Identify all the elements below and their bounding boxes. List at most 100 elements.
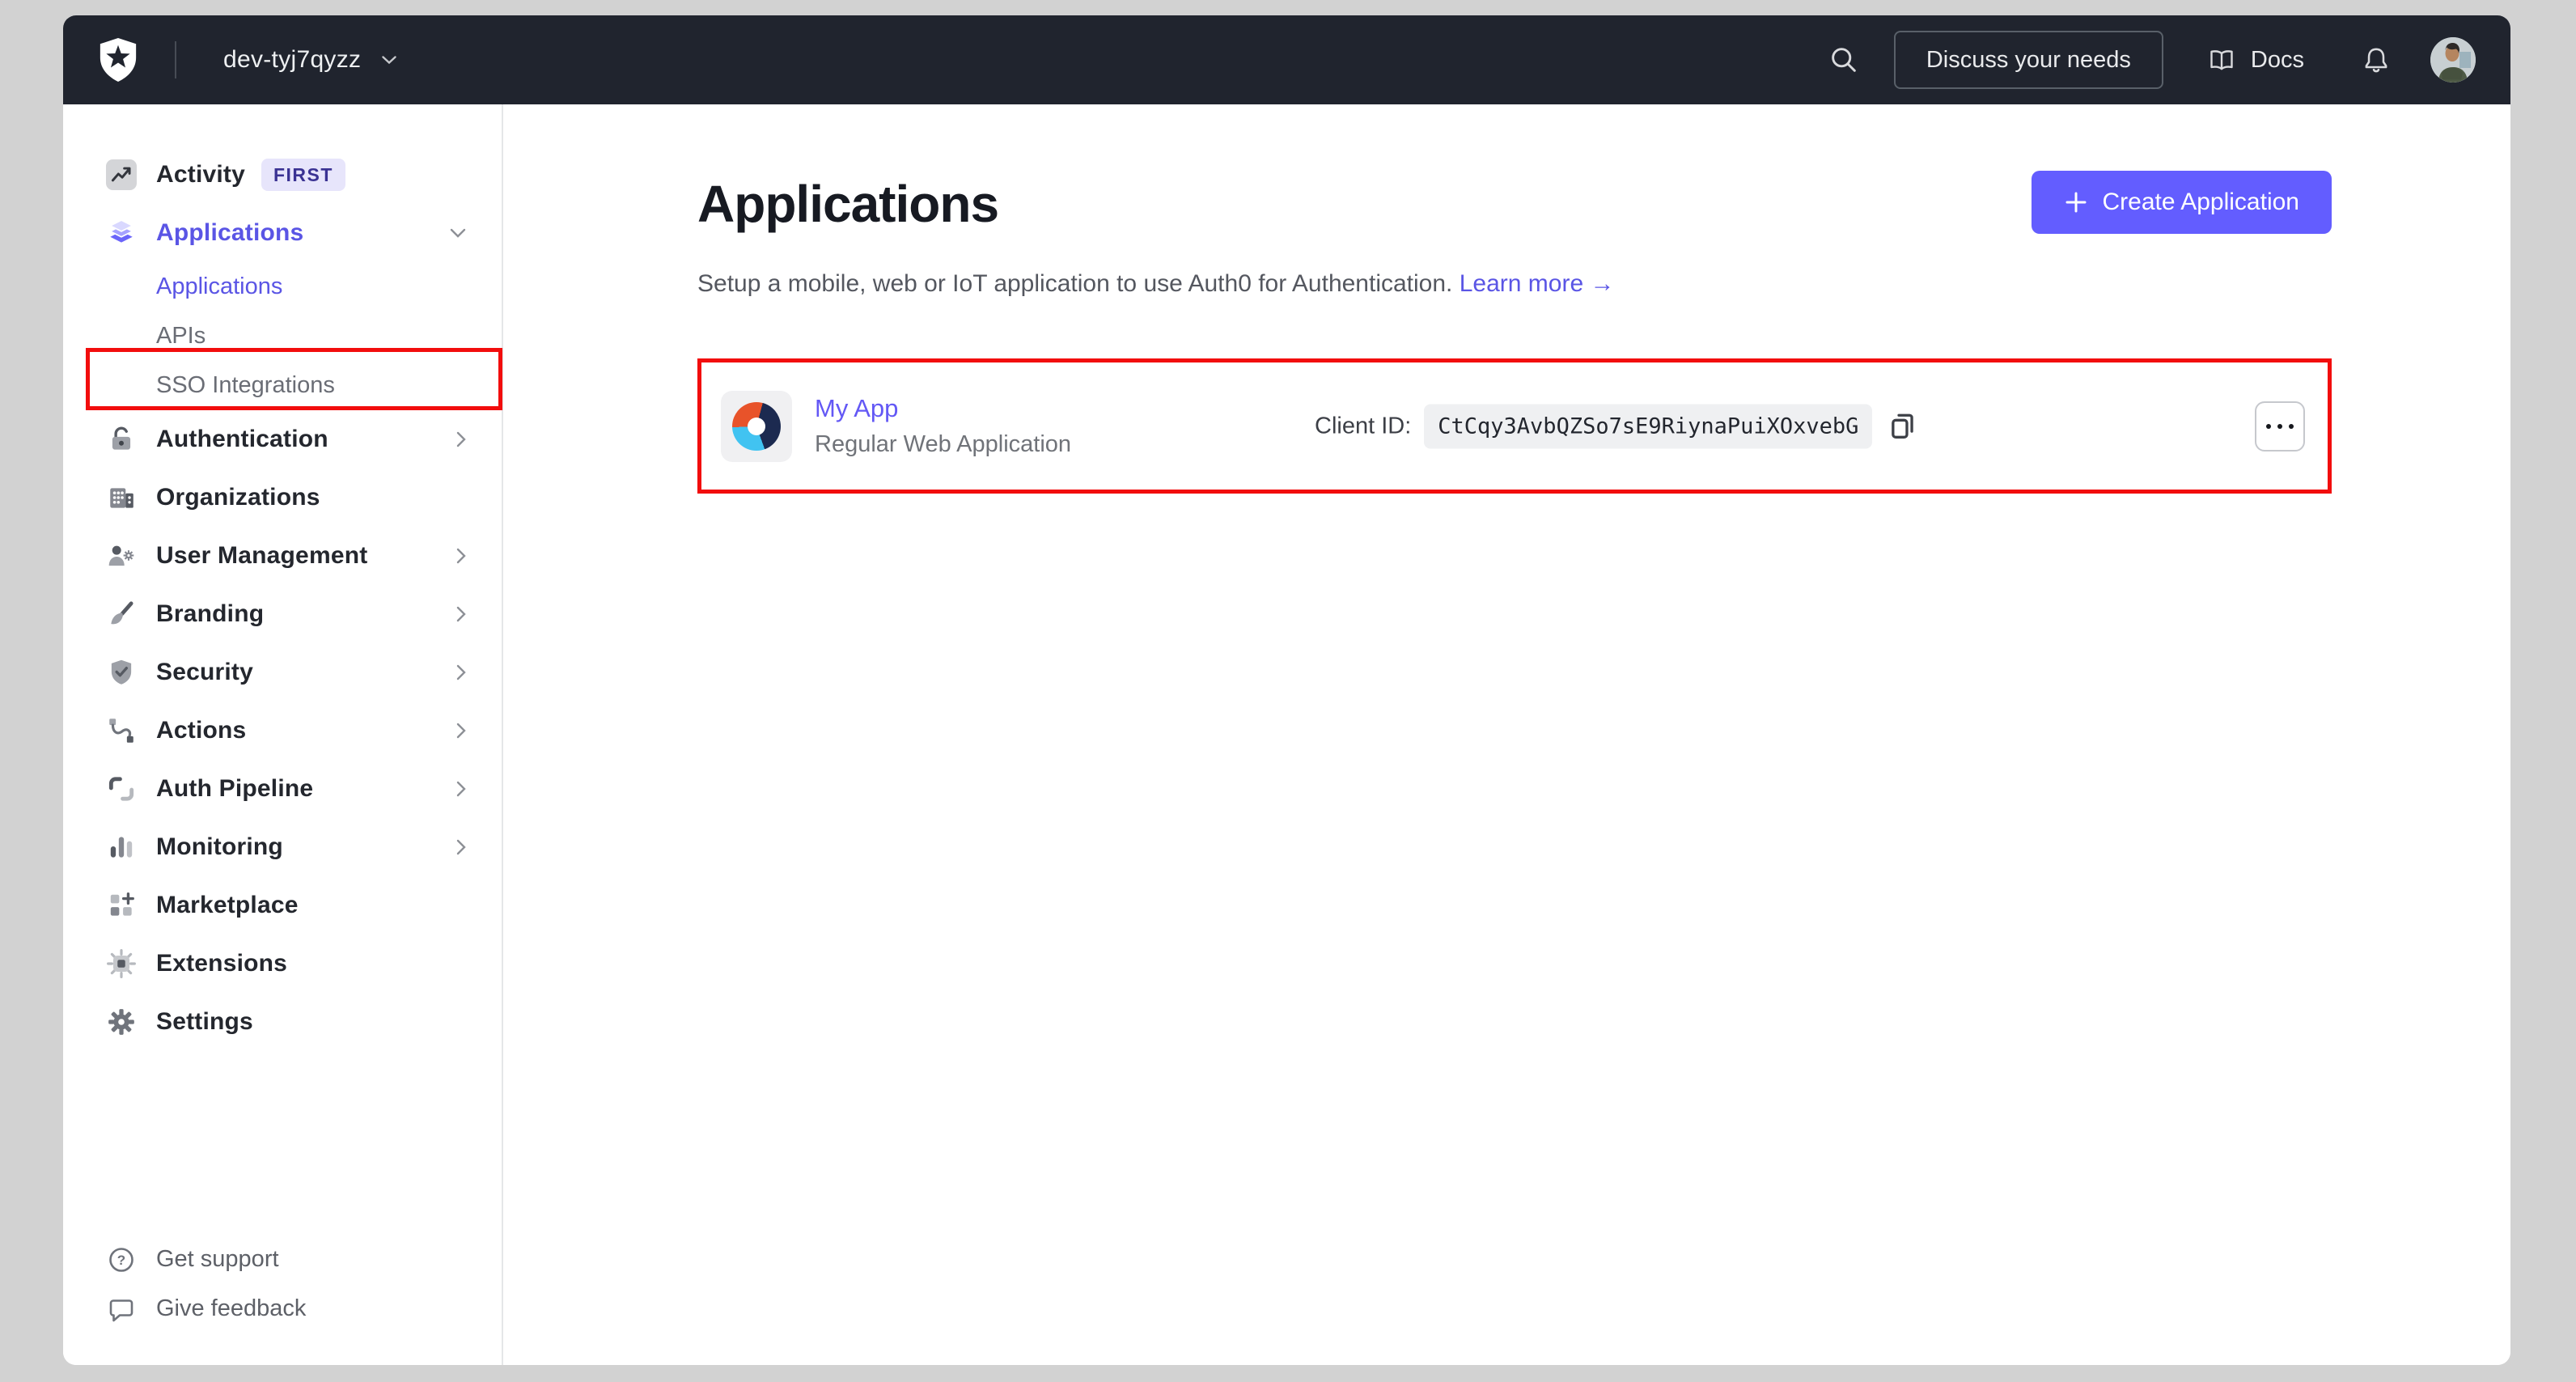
copy-client-id-button[interactable]: [1887, 409, 1919, 443]
speech-bubble-icon: [106, 1294, 137, 1325]
sidebar-item-label: Marketplace: [156, 892, 299, 918]
create-application-button[interactable]: Create Application: [2031, 171, 2332, 234]
chip-icon: [106, 948, 137, 979]
grid-plus-icon: [106, 890, 137, 921]
sidebar-item-label: Settings: [156, 1008, 253, 1035]
tenant-name: dev-tyj7qyzz: [223, 46, 362, 73]
sidebar-item-label: Extensions: [156, 950, 288, 977]
page-body: Activity FIRST Applications Applications: [63, 104, 2510, 1365]
sidebar-item-settings[interactable]: Settings: [63, 993, 502, 1051]
user-avatar-photo: [2430, 37, 2476, 83]
docs-book-icon: [2210, 50, 2233, 70]
building-icon: [106, 482, 137, 513]
search-icon: [1832, 48, 1856, 72]
chevron-right-icon: [456, 548, 466, 564]
flow-icon: [106, 715, 137, 746]
auth0-logo-icon: [97, 36, 139, 83]
paintbrush-icon: [106, 599, 137, 630]
topbar-divider: [175, 41, 176, 78]
chevron-down-icon: [382, 55, 397, 64]
sidebar-navigation: Activity FIRST Applications Applications: [63, 104, 503, 1365]
sidebar-subitem-apis[interactable]: APIs: [63, 312, 502, 361]
tenant-switcher[interactable]: dev-tyj7qyzz: [223, 46, 397, 74]
sidebar-item-label: Actions: [156, 717, 247, 744]
create-application-label: Create Application: [2102, 189, 2300, 215]
notifications-button[interactable]: [2361, 45, 2392, 75]
top-navigation-bar: dev-tyj7qyzz Discuss your needs Docs: [63, 15, 2510, 104]
chevron-right-icon: [456, 606, 466, 622]
auth0-dashboard-window: dev-tyj7qyzz Discuss your needs Docs Act…: [63, 15, 2510, 1365]
docs-link[interactable]: Docs: [2207, 45, 2304, 74]
user-avatar[interactable]: [2430, 37, 2476, 83]
sidebar-item-label: Organizations: [156, 484, 320, 511]
app-logo-donut-icon: [732, 401, 781, 451]
sidebar-subitem-sso-integrations[interactable]: SSO Integrations: [63, 361, 502, 410]
sidebar-item-branding[interactable]: Branding: [63, 585, 502, 643]
help-circle-icon: ?: [106, 1244, 137, 1275]
app-type-label: Regular Web Application: [815, 431, 1072, 457]
first-badge: FIRST: [261, 159, 345, 191]
pipeline-icon: [106, 774, 137, 804]
docs-label: Docs: [2250, 46, 2304, 73]
get-support-link[interactable]: ? Get support: [63, 1235, 502, 1284]
bar-chart-icon: [106, 832, 137, 863]
sidebar-item-label: Auth Pipeline: [156, 775, 314, 802]
sidebar-item-auth-pipeline[interactable]: Auth Pipeline: [63, 760, 502, 818]
shield-check-icon: [106, 657, 137, 688]
chevron-right-icon: [456, 431, 466, 447]
sidebar-item-monitoring[interactable]: Monitoring: [63, 818, 502, 876]
sidebar-item-user-management[interactable]: User Management: [63, 527, 502, 585]
lock-icon: [106, 424, 137, 455]
sidebar-item-label: Applications: [156, 219, 304, 246]
user-gear-icon: [106, 541, 137, 571]
chevron-right-icon: [456, 664, 466, 680]
svg-text:?: ?: [117, 1253, 125, 1268]
sidebar-item-extensions[interactable]: Extensions: [63, 935, 502, 993]
app-name-link[interactable]: My App: [815, 394, 1071, 423]
sidebar-item-authentication[interactable]: Authentication: [63, 410, 502, 468]
client-id-value[interactable]: CtCqy3AvbQZSo7sE9RiynaPuiXOxvebG: [1424, 404, 1873, 448]
copy-icon: [1892, 413, 1914, 439]
sidebar-item-applications[interactable]: Applications: [63, 204, 502, 262]
learn-more-label: Learn more: [1459, 270, 1584, 297]
chevron-right-icon: [456, 723, 466, 739]
sidebar-item-organizations[interactable]: Organizations: [63, 468, 502, 527]
page-subtitle: Setup a mobile, web or IoT application t…: [697, 269, 2332, 299]
sidebar-item-label: User Management: [156, 542, 368, 569]
discuss-your-needs-button[interactable]: Discuss your needs: [1893, 31, 2163, 89]
ellipsis-icon: [2266, 423, 2294, 429]
application-row-my-app[interactable]: My App Regular Web Application Client ID…: [697, 358, 2332, 494]
client-id-label: Client ID:: [1315, 413, 1412, 439]
chevron-right-icon: [456, 781, 466, 797]
layers-icon: [106, 218, 137, 248]
sidebar-item-label: Authentication: [156, 426, 328, 452]
sidebar-item-label: Branding: [156, 600, 265, 627]
sidebar-item-activity[interactable]: Activity FIRST: [63, 146, 502, 204]
search-button[interactable]: [1828, 44, 1860, 76]
sidebar-item-security[interactable]: Security: [63, 643, 502, 702]
sidebar-item-label: Monitoring: [156, 833, 283, 860]
app-logo: [721, 390, 792, 462]
sidebar-item-marketplace[interactable]: Marketplace: [63, 876, 502, 935]
chevron-down-icon: [450, 228, 466, 238]
topbar-actions: Discuss your needs Docs: [1828, 31, 2476, 89]
gear-icon: [106, 1007, 137, 1037]
chevron-right-icon: [456, 839, 466, 855]
learn-more-link[interactable]: Learn more →: [1460, 270, 1615, 297]
sidebar-footer: ? Get support Give feedback: [63, 1235, 502, 1333]
bell-icon: [2365, 48, 2387, 73]
app-row-menu-button[interactable]: [2255, 401, 2305, 451]
give-feedback-link[interactable]: Give feedback: [63, 1284, 502, 1333]
client-id-group: Client ID: CtCqy3AvbQZSo7sE9RiynaPuiXOxv…: [1315, 404, 1919, 448]
app-identity: My App Regular Web Application: [815, 394, 1071, 458]
subtitle-text: Setup a mobile, web or IoT application t…: [697, 270, 1453, 297]
footer-item-label: Give feedback: [156, 1295, 307, 1321]
activity-icon: [106, 159, 137, 190]
arrow-right-icon: →: [1590, 270, 1615, 297]
sidebar-subitem-applications[interactable]: Applications: [63, 262, 502, 312]
main-content: Applications Create Application Setup a …: [503, 104, 2510, 1365]
plus-icon: [2065, 192, 2086, 213]
sidebar-item-label: Security: [156, 659, 253, 685]
sidebar-item-label: Activity: [156, 161, 245, 188]
sidebar-item-actions[interactable]: Actions: [63, 702, 502, 760]
